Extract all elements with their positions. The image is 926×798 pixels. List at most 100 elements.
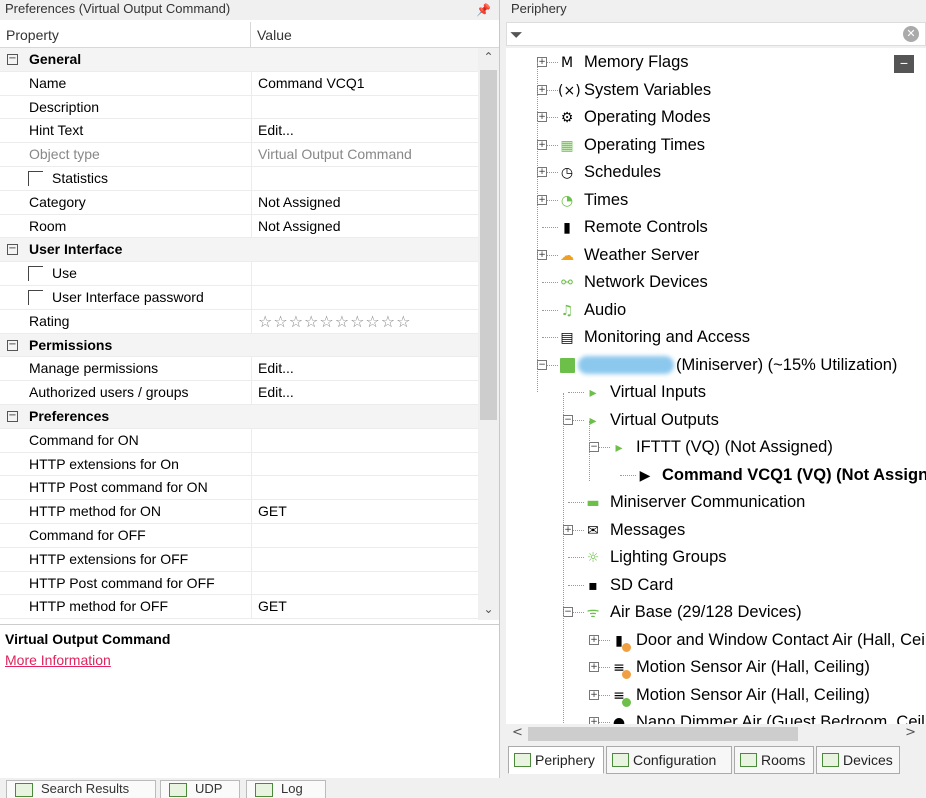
property-value[interactable] [251, 571, 478, 595]
tree-node[interactable]: + ✉ Messages [506, 517, 926, 544]
clear-icon[interactable]: ✕ [903, 26, 919, 42]
tree-node[interactable]: + ☁ Weather Server [506, 242, 926, 269]
tree-node-miniserver[interactable]: − (Miniserver) (~15% Utilization) [506, 352, 926, 379]
tree-node[interactable]: + ● Nano Dimmer Air (Guest Bedroom, Ceilin… [506, 709, 926, 724]
property-column-header[interactable]: Property [0, 22, 251, 48]
tree-node[interactable]: + M Memory Flags [506, 49, 926, 76]
collapse-toggle-icon[interactable]: − [7, 410, 18, 422]
property-row[interactable]: HTTP method for ON GET [0, 500, 478, 524]
property-row[interactable]: Description [0, 95, 478, 120]
collapse-toggle-icon[interactable]: − [7, 339, 18, 351]
bottom-tab[interactable]: UDP [160, 780, 240, 798]
checkbox[interactable] [28, 289, 43, 305]
property-value[interactable]: Edit... [251, 357, 478, 381]
tab-devices[interactable]: Devices [816, 746, 900, 774]
property-row[interactable]: HTTP Post command for OFF [0, 571, 478, 596]
expand-icon[interactable]: + [589, 662, 599, 672]
property-row[interactable]: Hint Text Edit... [0, 119, 478, 144]
expand-icon[interactable]: + [589, 717, 599, 724]
filter-icon[interactable]: ⏷ [510, 25, 523, 45]
property-row[interactable]: Command for OFF [0, 523, 478, 548]
tree-node[interactable]: + ≡ Motion Sensor Air (Hall, Ceiling) [506, 682, 926, 709]
filter-field[interactable]: ⏷ ✕ [506, 22, 926, 46]
tree-node[interactable]: ▮ Remote Controls [506, 214, 926, 241]
expand-icon[interactable]: + [537, 194, 547, 205]
tree-horizontal-scrollbar[interactable]: < > [506, 724, 926, 744]
property-row[interactable]: User Interface password [0, 285, 478, 310]
property-row[interactable]: Command for ON [0, 428, 478, 453]
property-value[interactable] [251, 547, 478, 571]
property-row[interactable]: HTTP Post command for ON [0, 476, 478, 501]
property-row[interactable]: Manage permissions Edit... [0, 357, 478, 382]
property-value[interactable]: Not Assigned [251, 214, 478, 238]
property-value[interactable] [251, 285, 478, 309]
collapse-icon[interactable]: − [589, 442, 599, 452]
collapse-icon[interactable]: − [537, 359, 547, 370]
property-row[interactable]: HTTP method for OFF GET [0, 595, 478, 620]
checkbox[interactable] [28, 266, 43, 282]
property-value[interactable]: Edit... [251, 381, 478, 404]
property-row[interactable]: HTTP extensions for OFF [0, 547, 478, 572]
expand-icon[interactable]: + [589, 634, 599, 645]
property-value[interactable]: Command VCQ1 [251, 71, 478, 95]
property-row[interactable]: Room Not Assigned [0, 214, 478, 239]
property-row[interactable]: Use [0, 262, 478, 286]
tree-node[interactable]: − ▸ IFTTT (VQ) (Not Assigned) [506, 434, 926, 461]
scroll-up-icon[interactable]: ⌃ [478, 50, 499, 68]
tree-node[interactable]: + ▦ Operating Times [506, 132, 926, 159]
expand-icon[interactable]: + [537, 57, 547, 67]
bottom-tab[interactable]: Log [246, 780, 326, 798]
collapse-toggle-icon[interactable]: − [7, 54, 18, 65]
property-value[interactable]: GET [251, 595, 478, 619]
collapse-icon[interactable]: − [563, 607, 573, 617]
property-value[interactable] [251, 452, 478, 476]
more-information-link[interactable]: More Information [5, 652, 111, 668]
scroll-down-icon[interactable]: ⌄ [478, 602, 499, 620]
tree-node[interactable]: ▪ SD Card [506, 572, 926, 599]
tree-node[interactable]: ☼ Lighting Groups [506, 544, 926, 571]
scrollbar-thumb[interactable] [480, 70, 497, 420]
collapse-toggle-icon[interactable]: − [7, 244, 18, 256]
tree-node[interactable]: + (×) System Variables [506, 77, 926, 104]
collapse-icon[interactable]: − [563, 414, 573, 425]
expand-icon[interactable]: + [537, 139, 547, 150]
tree-node[interactable]: ▸ Virtual Inputs [506, 379, 926, 406]
pin-icon[interactable]: 📌 [476, 1, 491, 19]
tree-node[interactable]: − ᯤ Air Base (29/128 Devices) [506, 599, 926, 626]
bottom-tab[interactable]: Search Results [6, 780, 156, 798]
tree-node[interactable]: + ≡ Motion Sensor Air (Hall, Ceiling) [506, 654, 926, 681]
property-value[interactable] [251, 523, 478, 547]
expand-icon[interactable]: + [537, 84, 547, 95]
tab-configuration[interactable]: Configuration [606, 746, 732, 774]
property-value[interactable] [251, 166, 478, 190]
tab-rooms[interactable]: Rooms [734, 746, 814, 774]
property-value[interactable]: GET [251, 500, 478, 523]
property-value[interactable] [251, 95, 478, 119]
scroll-left-icon[interactable]: < [512, 725, 523, 740]
tree-node[interactable]: + ▮ Door and Window Contact Air (Hall, Cei… [506, 627, 926, 654]
expand-icon[interactable]: + [537, 249, 547, 260]
expand-icon[interactable]: + [537, 112, 547, 122]
tree-node[interactable]: + ◷ Schedules [506, 159, 926, 186]
property-row[interactable]: Name Command VCQ1 [0, 71, 478, 96]
property-value[interactable]: Not Assigned [251, 190, 478, 214]
checkbox[interactable] [28, 170, 43, 186]
property-row[interactable]: Rating ☆☆☆☆☆☆☆☆☆☆ [0, 309, 478, 334]
expand-icon[interactable]: + [563, 524, 573, 535]
property-row[interactable]: Statistics [0, 166, 478, 191]
property-value[interactable] [251, 428, 478, 452]
property-value[interactable]: Edit... [251, 119, 478, 143]
tree-node[interactable]: ▶ Command VCQ1 (VQ) (Not Assigned) [506, 462, 926, 489]
tree-node[interactable]: ▤ Monitoring and Access [506, 324, 926, 351]
scroll-right-icon[interactable]: > [905, 725, 916, 740]
property-row[interactable]: Authorized users / groups Edit... [0, 381, 478, 405]
tree-node[interactable]: ♫ Audio [506, 297, 926, 324]
tree-node[interactable]: + ⚙ Operating Modes [506, 104, 926, 131]
property-row[interactable]: Object type Virtual Output Command [0, 143, 478, 167]
property-value[interactable] [251, 476, 478, 500]
expand-icon[interactable]: + [589, 689, 599, 700]
scrollbar-thumb[interactable] [528, 727, 798, 741]
property-row[interactable]: Category Not Assigned [0, 190, 478, 215]
property-value[interactable]: Virtual Output Command [251, 143, 478, 166]
tree-node[interactable]: ▬ Miniserver Communication [506, 489, 926, 516]
